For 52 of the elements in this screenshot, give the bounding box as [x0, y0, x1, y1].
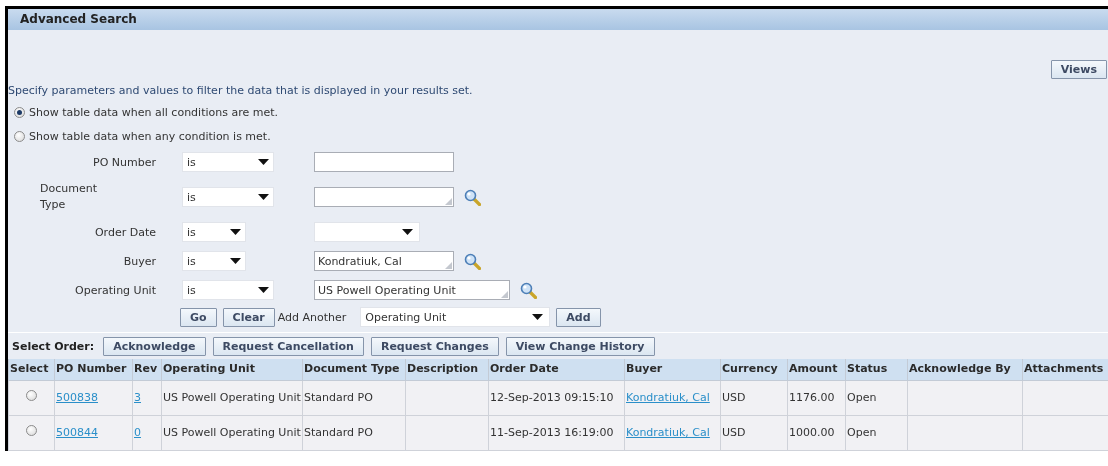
criterion-label: Operating Unit	[74, 283, 156, 297]
lookup-field[interactable]: Kondratiuk, Cal	[314, 251, 454, 271]
criterion-label: Buyer	[122, 254, 156, 268]
column-header: Order Date	[488, 359, 625, 381]
views-button[interactable]: Views	[1050, 60, 1107, 79]
criterion-label: Order Date	[93, 225, 156, 239]
toolbar-button[interactable]: Acknowledge	[103, 337, 206, 356]
column-header: Currency	[720, 359, 788, 381]
table-cell: 12-Sep-2013 09:15:10	[488, 380, 625, 416]
operator-select[interactable]: is	[182, 222, 246, 242]
criterion-label: PO Number	[92, 155, 156, 169]
table-cell: US Powell Operating Unit	[161, 380, 303, 416]
search-action-button[interactable]: Clear	[222, 307, 275, 327]
lookup-field[interactable]: US Powell Operating Unit	[314, 280, 510, 300]
radio-label: Show table data when all conditions are met.	[29, 105, 279, 119]
table-cell: Open	[845, 415, 908, 451]
column-header: Description	[405, 359, 489, 381]
column-header: Acknowledge By	[907, 359, 1023, 381]
table-cell: Open	[845, 380, 908, 416]
toolbar-button[interactable]: View Change History	[505, 337, 655, 356]
operator-select[interactable]: is	[182, 251, 246, 271]
add-button[interactable]: Add	[556, 307, 601, 327]
column-header: Amount	[787, 359, 846, 381]
column-header: Operating Unit	[161, 359, 303, 381]
column-header: PO Number	[54, 359, 133, 381]
criterion-label: Document Type	[40, 181, 98, 213]
field-select[interactable]: Operating Unit	[360, 307, 551, 327]
column-header: Select	[8, 359, 55, 381]
table-cell: US Powell Operating Unit	[161, 415, 303, 451]
column-header: Buyer	[624, 359, 721, 381]
radio-label: Show table data when any condition is met.	[29, 129, 271, 143]
table-cell: 11-Sep-2013 16:19:00	[488, 415, 625, 451]
column-header: Attachments	[1022, 359, 1108, 381]
panel-title: Advanced Search	[8, 9, 1108, 30]
operator-select[interactable]: is	[182, 187, 274, 207]
table-cell: USD	[720, 380, 788, 416]
instructions-text: Specify parameters and values to filter the data that is displayed in your results set.	[8, 83, 474, 99]
table-cell: 1000.00	[787, 415, 846, 451]
toolbar-label: Select Order:	[12, 340, 95, 353]
table-cell: 1176.00	[787, 380, 846, 416]
search-action-button[interactable]: Go	[180, 307, 217, 327]
operator-select[interactable]: is	[182, 152, 274, 172]
toolbar-button[interactable]: Request Cancellation	[212, 337, 364, 356]
toolbar-button[interactable]: Request Changes	[370, 337, 499, 356]
column-header: Document Type	[302, 359, 406, 381]
column-header: Rev	[132, 359, 162, 381]
table-cell: Standard PO	[302, 415, 406, 451]
column-header: Status	[845, 359, 908, 381]
operator-select[interactable]: is	[182, 280, 274, 300]
add-another-label: Add Another	[277, 310, 347, 324]
table-cell: Standard PO	[302, 380, 406, 416]
table-cell: USD	[720, 415, 788, 451]
